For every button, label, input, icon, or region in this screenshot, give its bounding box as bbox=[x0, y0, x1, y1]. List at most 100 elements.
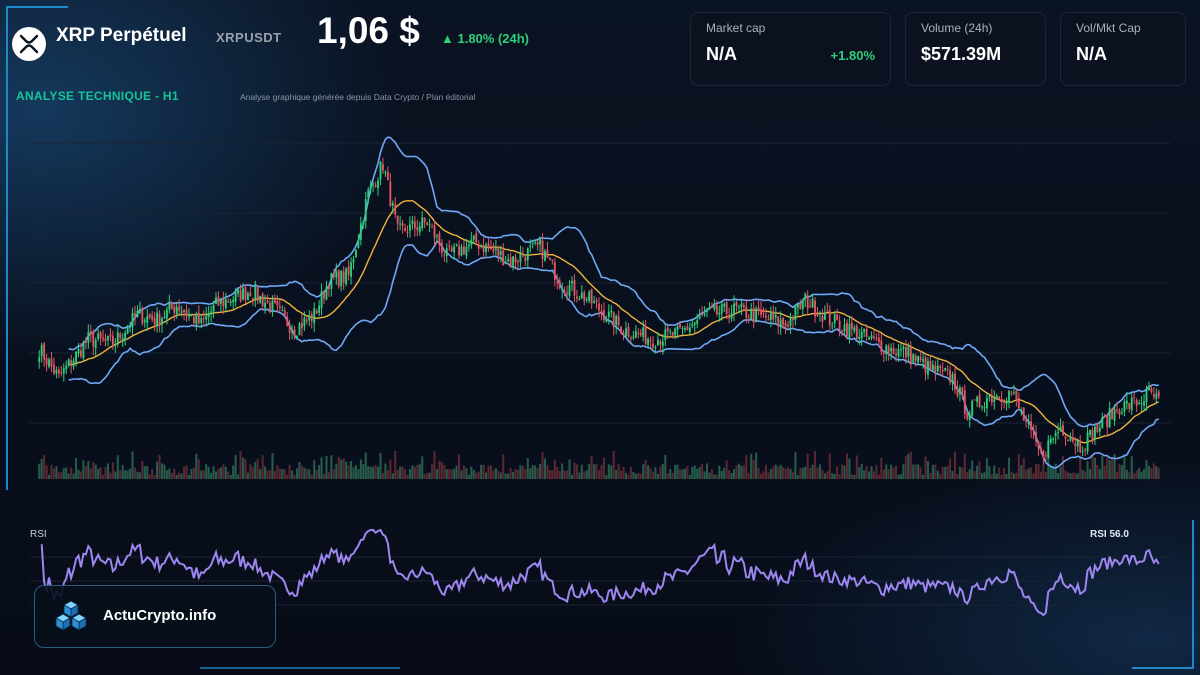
volume-bar bbox=[266, 470, 269, 479]
volume-bar bbox=[217, 468, 220, 479]
candle-body bbox=[575, 296, 578, 299]
candle-body bbox=[750, 308, 753, 320]
candle-body bbox=[53, 364, 55, 374]
volume-bar bbox=[983, 472, 986, 479]
candle bbox=[384, 170, 387, 177]
volume-bar bbox=[639, 473, 642, 479]
candle bbox=[266, 294, 269, 304]
candle bbox=[249, 286, 252, 297]
candle bbox=[60, 365, 63, 377]
volume-bar bbox=[1133, 473, 1136, 479]
candle bbox=[757, 299, 760, 316]
volume-bar bbox=[87, 461, 90, 479]
candle-body bbox=[190, 314, 193, 317]
candle-body bbox=[605, 319, 608, 322]
candle bbox=[92, 329, 95, 356]
candle-body bbox=[978, 394, 981, 407]
candle-body bbox=[1148, 386, 1150, 391]
volume-bar bbox=[396, 470, 399, 479]
candle bbox=[693, 321, 696, 333]
volume-bar bbox=[863, 470, 866, 479]
volume-bar bbox=[394, 451, 397, 479]
candle-body bbox=[681, 328, 684, 330]
brand-badge[interactable]: ActuCrypto.info bbox=[34, 585, 276, 648]
volume-bar bbox=[661, 463, 664, 479]
candle-body bbox=[411, 220, 414, 224]
candle bbox=[728, 307, 731, 324]
volume-bar bbox=[310, 474, 313, 479]
volume-bar bbox=[1116, 471, 1119, 479]
candle-body bbox=[548, 257, 551, 260]
candle bbox=[1037, 440, 1040, 456]
candle-body bbox=[784, 322, 787, 327]
volume-bar bbox=[963, 453, 966, 479]
candle bbox=[168, 294, 171, 314]
volume-bar bbox=[659, 466, 662, 479]
candle bbox=[855, 323, 858, 340]
volume-bar bbox=[782, 467, 785, 479]
volume-bar bbox=[458, 454, 461, 479]
candle bbox=[205, 307, 208, 327]
candle-body bbox=[661, 341, 664, 347]
candle-body bbox=[48, 359, 50, 367]
candle bbox=[580, 285, 583, 299]
volume-bar bbox=[696, 468, 699, 479]
candle-body bbox=[298, 323, 301, 336]
candle-body bbox=[325, 286, 328, 300]
candle-body bbox=[715, 305, 718, 315]
candle-body bbox=[571, 281, 573, 284]
volume-bar bbox=[70, 467, 73, 479]
candle-body bbox=[89, 331, 92, 335]
volume-bar bbox=[1108, 460, 1111, 479]
volume-bar bbox=[119, 470, 122, 479]
volume-bar bbox=[629, 467, 632, 479]
volume-bar bbox=[232, 465, 235, 479]
candle bbox=[900, 343, 902, 357]
candle bbox=[40, 342, 43, 363]
candle-body bbox=[671, 332, 674, 337]
volume-bar bbox=[553, 459, 556, 479]
candle-body bbox=[850, 322, 853, 329]
candle bbox=[990, 388, 993, 407]
volume-bar bbox=[433, 451, 436, 479]
volume-bar bbox=[293, 474, 296, 479]
candle bbox=[1027, 414, 1030, 429]
volume-bar bbox=[357, 469, 360, 479]
volume-bar bbox=[271, 453, 274, 479]
volume-bar bbox=[546, 464, 549, 479]
candle bbox=[946, 365, 949, 376]
candle-body bbox=[40, 345, 43, 357]
volume-bar bbox=[1138, 467, 1141, 479]
candle-body bbox=[1022, 407, 1025, 421]
volume-bar bbox=[207, 466, 210, 479]
candle-body bbox=[300, 322, 303, 329]
volume-bar bbox=[391, 473, 394, 479]
frame-edge-bottom bbox=[200, 667, 400, 669]
section-title: ANALYSE TECHNIQUE - H1 bbox=[16, 89, 179, 103]
candle bbox=[595, 297, 598, 309]
candle bbox=[386, 166, 389, 181]
candle-body bbox=[445, 248, 448, 256]
candle-body bbox=[610, 310, 613, 313]
candle-body bbox=[826, 310, 829, 312]
candle-body bbox=[1128, 402, 1131, 409]
candle-body bbox=[1079, 440, 1082, 453]
volume-bar bbox=[406, 474, 409, 479]
volume-bar bbox=[887, 469, 890, 479]
candle bbox=[683, 325, 686, 333]
candle bbox=[602, 302, 605, 323]
candle-body bbox=[1116, 409, 1118, 411]
candle bbox=[870, 331, 873, 341]
bollinger-lower-line bbox=[68, 239, 1159, 469]
candle-body bbox=[858, 337, 861, 339]
volume-bar bbox=[163, 464, 166, 479]
volume-bar bbox=[205, 464, 208, 479]
volume-bar bbox=[514, 469, 517, 479]
volume-bar bbox=[227, 471, 230, 479]
candle-body bbox=[156, 312, 159, 327]
candle-body bbox=[828, 310, 831, 326]
volume-bar bbox=[156, 461, 159, 479]
candle bbox=[185, 304, 188, 322]
candle-body bbox=[517, 260, 519, 263]
candle-body bbox=[897, 349, 900, 357]
